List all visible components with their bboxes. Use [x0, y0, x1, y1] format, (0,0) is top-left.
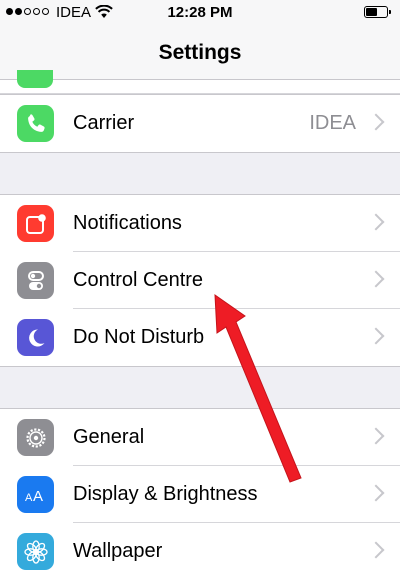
settings-row-carrier[interactable]: Carrier IDEA [0, 95, 400, 152]
gear-icon [17, 419, 54, 456]
settings-row-do-not-disturb[interactable]: Do Not Disturb [0, 309, 400, 366]
row-label-carrier: Carrier [73, 112, 135, 134]
status-time: 12:28 PM [167, 4, 233, 21]
settings-row-control-centre[interactable]: Control Centre [0, 252, 400, 309]
display-icon: AA [17, 476, 54, 513]
wallpaper-icon [17, 533, 54, 570]
row-label-wallpaper: Wallpaper [73, 540, 163, 562]
page-title: Settings [158, 41, 242, 64]
svg-text:A: A [25, 492, 33, 504]
status-bar: IDEA 12:28 PM [0, 0, 400, 26]
control-centre-icon [17, 262, 54, 299]
partial-row [0, 70, 400, 94]
navigation-bar: Settings [0, 26, 400, 80]
row-label-do-not-disturb: Do Not Disturb [73, 326, 205, 348]
settings-row-display-brightness[interactable]: AA Display & Brightness [0, 466, 400, 523]
settings-row-general[interactable]: General [0, 409, 400, 466]
moon-icon [17, 319, 54, 356]
chevron-right-icon [367, 113, 385, 131]
notifications-icon [17, 205, 54, 242]
battery-level [366, 8, 377, 16]
settings-row-wallpaper[interactable]: Wallpaper [0, 523, 400, 580]
partial-icon [17, 70, 53, 88]
row-label-control-centre: Control Centre [73, 269, 204, 291]
row-label-general: General [73, 426, 145, 448]
row-value-carrier: IDEA [309, 112, 356, 134]
chevron-right-icon [367, 270, 385, 288]
chevron-right-icon [367, 327, 385, 345]
phone-icon [17, 105, 54, 142]
chevron-right-icon [367, 484, 385, 502]
row-label-display-brightness: Display & Brightness [73, 483, 258, 505]
row-label-notifications: Notifications [73, 212, 182, 234]
chevron-right-icon [367, 213, 385, 231]
chevron-right-icon [367, 427, 385, 445]
svg-text:A: A [33, 488, 43, 505]
general-group: General AA Display & Brightness Wallpape… [0, 408, 400, 580]
chevron-right-icon [367, 541, 385, 559]
carrier-group: Carrier IDEA [0, 94, 400, 153]
notifications-group: Notifications Control Centre Do Not Dist… [0, 194, 400, 367]
settings-row-notifications[interactable]: Notifications [0, 195, 400, 252]
battery-icon [364, 6, 391, 18]
